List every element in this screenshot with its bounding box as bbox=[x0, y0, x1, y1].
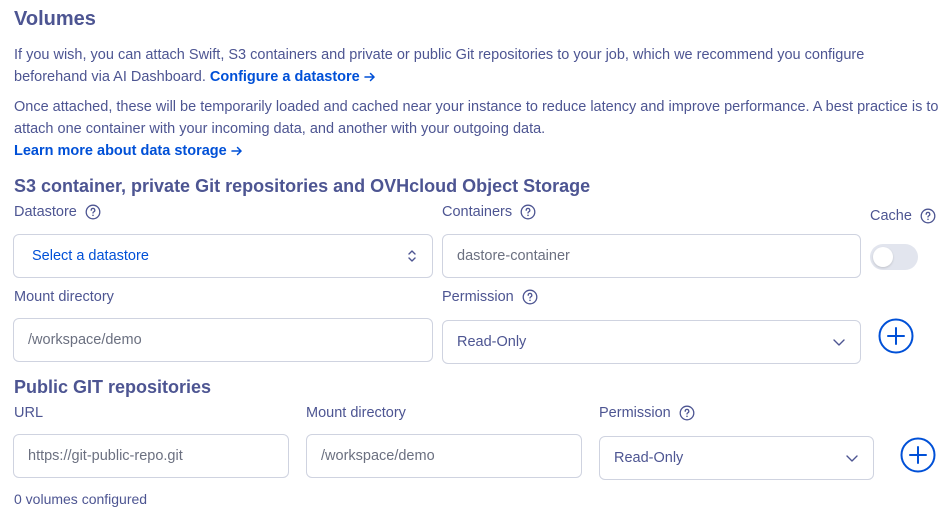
mount-directory-input-placeholder: /workspace/demo bbox=[28, 332, 142, 348]
toggle-knob bbox=[873, 247, 893, 267]
mount-directory-label-text: Mount directory bbox=[14, 289, 114, 305]
containers-input-placeholder: dastore-container bbox=[457, 248, 570, 264]
git-permission-select-value: Read-Only bbox=[614, 450, 684, 466]
add-volume-button[interactable] bbox=[878, 318, 914, 354]
chevron-down-icon bbox=[846, 455, 858, 462]
datastore-label: Datastore bbox=[14, 204, 101, 220]
git-permission-label: Permission bbox=[599, 405, 695, 421]
containers-label: Containers bbox=[442, 204, 536, 220]
volumes-count: 0 volumes configured bbox=[14, 491, 148, 507]
permission-select[interactable]: Read-Only bbox=[442, 320, 861, 364]
configure-datastore-link-label: Configure a datastore bbox=[209, 69, 360, 85]
containers-label-text: Containers bbox=[442, 204, 513, 220]
description-line-1: Once attached, these will be temporarily… bbox=[14, 99, 939, 115]
description-line-2: attach one container with your incoming … bbox=[14, 121, 546, 137]
containers-input[interactable]: dastore-container bbox=[442, 234, 861, 278]
cache-label-text: Cache bbox=[870, 208, 912, 224]
s3-section-title: S3 container, private Git repositories a… bbox=[14, 176, 591, 196]
git-mount-directory-label-text: Mount directory bbox=[306, 405, 406, 421]
cache-label: Cache bbox=[870, 208, 936, 224]
arrow-right-icon bbox=[230, 146, 242, 156]
learn-more-link-label: Learn more about data storage bbox=[14, 143, 227, 159]
page-title: Volumes bbox=[14, 8, 96, 30]
mount-directory-input[interactable]: /workspace/demo bbox=[13, 318, 433, 362]
mount-directory-label: Mount directory bbox=[14, 289, 114, 305]
intro-line-1: If you wish, you can attach Swift, S3 co… bbox=[14, 47, 865, 63]
git-mount-directory-input[interactable]: /workspace/demo bbox=[306, 434, 582, 478]
git-section-title: Public GIT repositories bbox=[14, 377, 212, 397]
chevron-down-icon bbox=[833, 339, 845, 346]
url-label: URL bbox=[14, 405, 43, 421]
help-icon[interactable] bbox=[920, 208, 936, 224]
datastore-label-text: Datastore bbox=[14, 204, 77, 220]
description-paragraph: Once attached, these will be temporarily… bbox=[14, 96, 939, 162]
intro-line-2: beforehand via AI Dashboard. bbox=[14, 69, 206, 85]
configure-datastore-link[interactable]: Configure a datastore bbox=[210, 69, 376, 85]
git-permission-select[interactable]: Read-Only bbox=[599, 436, 874, 480]
help-icon[interactable] bbox=[522, 289, 538, 305]
add-git-repository-button[interactable] bbox=[900, 437, 936, 473]
intro-paragraph: If you wish, you can attach Swift, S3 co… bbox=[14, 44, 939, 88]
cache-toggle[interactable] bbox=[870, 244, 918, 270]
git-mount-directory-label: Mount directory bbox=[306, 405, 406, 421]
permission-label: Permission bbox=[442, 289, 538, 305]
git-mount-directory-input-placeholder: /workspace/demo bbox=[321, 448, 435, 464]
help-icon[interactable] bbox=[679, 405, 695, 421]
permission-label-text: Permission bbox=[442, 289, 514, 305]
datastore-select[interactable]: Select a datastore bbox=[13, 234, 433, 278]
arrow-right-icon bbox=[364, 72, 375, 82]
datastore-select-value: Select a datastore bbox=[32, 248, 149, 264]
chevron-up-down-icon bbox=[408, 250, 416, 262]
permission-select-value: Read-Only bbox=[457, 334, 527, 350]
learn-more-link[interactable]: Learn more about data storage bbox=[14, 143, 243, 159]
git-url-input[interactable]: https://git-public-repo.git bbox=[13, 434, 289, 478]
git-permission-label-text: Permission bbox=[599, 405, 671, 421]
help-icon[interactable] bbox=[520, 204, 536, 220]
git-url-input-placeholder: https://git-public-repo.git bbox=[28, 448, 183, 464]
help-icon[interactable] bbox=[85, 204, 101, 220]
url-label-text: URL bbox=[14, 405, 44, 421]
